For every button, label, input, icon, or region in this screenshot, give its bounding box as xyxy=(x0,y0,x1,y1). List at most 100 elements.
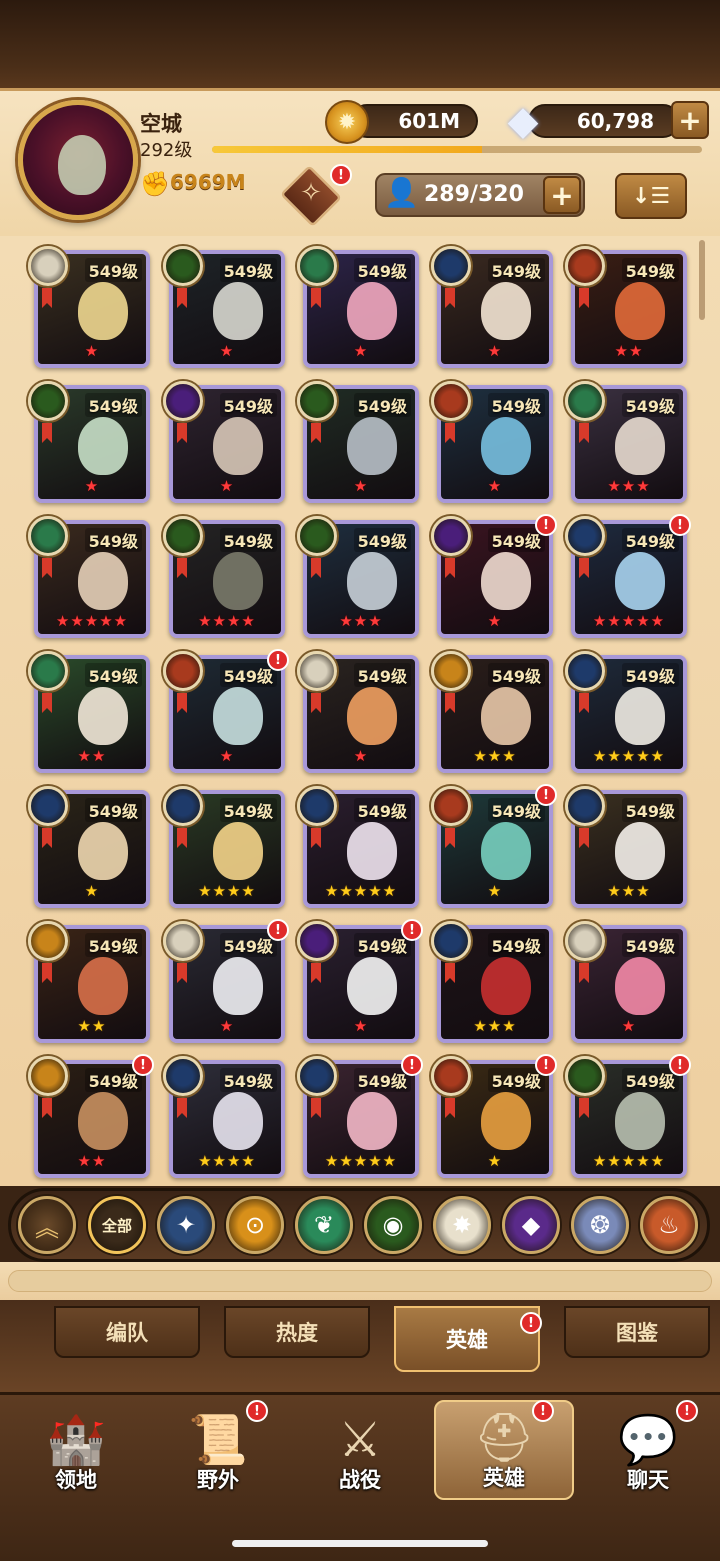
subtab-3[interactable]: 图鉴 xyxy=(564,1306,710,1358)
hero-face xyxy=(615,417,665,475)
wilder-filter-icon[interactable]: ◉ xyxy=(364,1196,422,1254)
roster-count: 289/320 xyxy=(424,182,524,207)
diamond-icon: ◆ xyxy=(507,98,539,144)
hero-stars: ★ xyxy=(353,1017,369,1035)
crystal-icon: ✧ xyxy=(300,178,322,208)
subtab-0[interactable]: 编队 xyxy=(54,1306,200,1358)
hero-level: 549级 xyxy=(219,1068,277,1092)
hypogean-faction-icon xyxy=(431,381,471,421)
sword-shield-icon: ⚔ xyxy=(338,1412,382,1468)
hero-level: 549级 xyxy=(219,798,277,822)
lightbearer-faction-icon xyxy=(565,516,605,556)
hero-stars: ★ xyxy=(487,612,503,630)
hero-stars: ★★★★ xyxy=(198,882,256,900)
hero-face xyxy=(78,957,128,1015)
hero-face xyxy=(347,687,397,745)
fist-power-icon: ✊ xyxy=(140,170,170,198)
graveborn-filter-icon[interactable]: ◆ xyxy=(502,1196,560,1254)
hero-level: 549级 xyxy=(487,933,545,957)
hero-stars: ★ xyxy=(487,1152,503,1170)
hero-stars: ★ xyxy=(84,477,100,495)
lightbearer-faction-icon xyxy=(28,786,68,826)
hero-face xyxy=(615,552,665,610)
graveborn-faction-icon xyxy=(163,381,203,421)
xp-fill xyxy=(212,146,482,153)
mauler-faction-icon xyxy=(28,651,68,691)
hero-level: 549级 xyxy=(219,393,277,417)
hero-alert-badge: ! xyxy=(669,1054,691,1076)
hypogean2-filter-icon[interactable]: ♨ xyxy=(640,1196,698,1254)
hero-face xyxy=(481,417,531,475)
subtab-2[interactable]: 英雄 xyxy=(394,1306,540,1372)
collapse-filter-button[interactable]: ︽ xyxy=(18,1196,76,1254)
gold-counter: 601M xyxy=(350,104,478,138)
nav-label: 聊天 xyxy=(627,1468,669,1492)
dimensional-faction-icon xyxy=(28,921,68,961)
gold-coin-icon: ✹ xyxy=(325,100,369,144)
hero-level: 549级 xyxy=(621,393,679,417)
grid-scrollbar[interactable] xyxy=(699,240,705,320)
hero-alert-badge: ! xyxy=(132,1054,154,1076)
hero-face xyxy=(347,552,397,610)
hypogean-filter-icon[interactable]: ❂ xyxy=(571,1196,629,1254)
nav-item-2[interactable]: ⚔ 战役 xyxy=(290,1400,430,1500)
lightbearer-faction-icon xyxy=(163,1056,203,1096)
subtab-1[interactable]: 热度 xyxy=(224,1306,370,1358)
graveborn-faction-icon xyxy=(297,921,337,961)
hero-level: 549级 xyxy=(621,663,679,687)
celestial-faction-icon xyxy=(565,921,605,961)
hero-face xyxy=(481,687,531,745)
hero-face xyxy=(615,282,665,340)
hero-stars: ★ xyxy=(487,342,503,360)
sort-button[interactable]: ↓☰ xyxy=(615,173,687,219)
hero-level: 549级 xyxy=(621,798,679,822)
wilder-faction-icon xyxy=(297,516,337,556)
graveborn-faction-icon xyxy=(431,516,471,556)
hero-stars: ★★★ xyxy=(607,882,651,900)
hero-alert-badge: ! xyxy=(535,514,557,536)
hero-level: 549级 xyxy=(84,393,142,417)
hero-stars: ★★ xyxy=(77,1017,107,1035)
person-icon: 👤 xyxy=(384,176,419,209)
hero-alert-badge: ! xyxy=(535,1054,557,1076)
player-avatar[interactable] xyxy=(18,100,138,220)
hero-stars: ★★★★ xyxy=(198,1152,256,1170)
hero-level: 549级 xyxy=(353,528,411,552)
hero-level: 549级 xyxy=(84,798,142,822)
filter-all-button[interactable]: 全部 xyxy=(88,1196,146,1254)
dimensional-filter-icon[interactable]: ⊙ xyxy=(226,1196,284,1254)
hero-face xyxy=(213,282,263,340)
hero-level: 549级 xyxy=(353,258,411,282)
hero-stars: ★ xyxy=(487,882,503,900)
hero-stars: ★ xyxy=(353,342,369,360)
hero-face xyxy=(347,417,397,475)
hero-face xyxy=(78,1092,128,1150)
filter-scroll-track xyxy=(8,1270,712,1292)
mauler-filter-icon[interactable]: ❦ xyxy=(295,1196,353,1254)
home-indicator xyxy=(232,1540,488,1547)
hero-face xyxy=(213,1092,263,1150)
hero-level: 549级 xyxy=(621,258,679,282)
celestial-filter-icon[interactable]: ✸ xyxy=(433,1196,491,1254)
hero-level: 549级 xyxy=(353,393,411,417)
hero-stars: ★ xyxy=(219,747,235,765)
hero-face xyxy=(615,1092,665,1150)
hero-face xyxy=(213,822,263,880)
nav-item-0[interactable]: 🏰 领地 xyxy=(6,1400,146,1500)
hero-face xyxy=(481,552,531,610)
player-level: 292级 xyxy=(140,140,193,161)
hero-stars: ★★★★★ xyxy=(592,612,666,630)
lightbearer-filter-icon[interactable]: ✦ xyxy=(157,1196,215,1254)
lightbearer-faction-icon xyxy=(163,786,203,826)
hero-level: 549级 xyxy=(353,663,411,687)
hero-face xyxy=(78,687,128,745)
celestial-faction-icon xyxy=(28,246,68,286)
add-diamonds-button[interactable]: + xyxy=(671,101,709,139)
hero-alert-badge: ! xyxy=(401,919,423,941)
hero-level: 549级 xyxy=(84,933,142,957)
wilder-faction-icon xyxy=(163,246,203,286)
mauler-faction-icon xyxy=(28,516,68,556)
expand-roster-button[interactable]: + xyxy=(543,176,581,214)
castle-icon: 🏰 xyxy=(46,1412,106,1468)
lightbearer-faction-icon xyxy=(297,786,337,826)
